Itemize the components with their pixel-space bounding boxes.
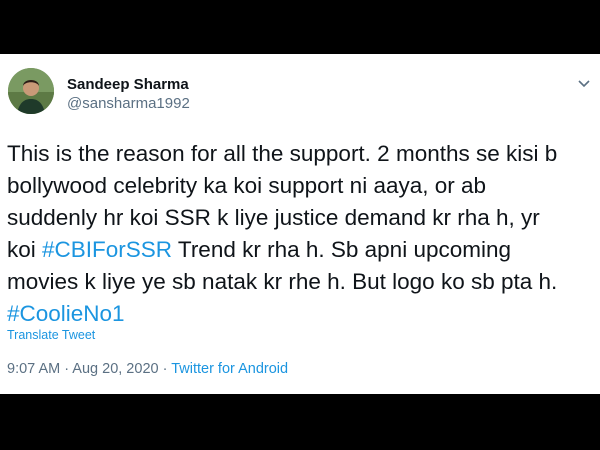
tweet-text-line: suddenly hr koi SSR k liye justice deman…	[7, 205, 540, 230]
hashtag-link[interactable]: #CBIForSSR	[42, 237, 172, 262]
translate-tweet-link[interactable]: Translate Tweet	[7, 328, 95, 342]
author-handle[interactable]: @sansharma1992	[67, 95, 190, 112]
tweet-time[interactable]: 9:07 AM	[7, 361, 60, 377]
tweet-meta: 9:07 AM · Aug 20, 2020 · Twitter for And…	[7, 361, 288, 377]
hashtag-link[interactable]: #CoolieNo1	[7, 298, 595, 330]
avatar-image	[8, 68, 54, 114]
tweet-text-line: This is the reason for all the support. …	[7, 141, 558, 166]
tweet-text-line: koi #CBIForSSR Trend kr rha h. Sb apni u…	[7, 234, 595, 266]
tweet-text-line: bollywood celebrity ka koi support ni aa…	[7, 173, 487, 198]
tweet-source-link[interactable]: Twitter for Android	[171, 361, 288, 377]
meta-separator: ·	[60, 361, 73, 377]
avatar[interactable]	[8, 68, 54, 114]
meta-separator: ·	[158, 361, 172, 377]
author-name[interactable]: Sandeep Sharma	[67, 76, 189, 93]
tweet-card: Sandeep Sharma @sansharma1992 This is th…	[0, 54, 600, 394]
tweet-text: This is the reason for all the support. …	[7, 138, 595, 330]
tweet-text-fragment: Trend kr rha h. Sb apni upcoming	[172, 237, 512, 262]
tweet-text-line: movies k liye ye sb natak kr rhe h. But …	[7, 269, 558, 294]
chevron-down-icon[interactable]	[576, 78, 592, 90]
tweet-text-fragment: koi	[7, 237, 43, 262]
tweet-date[interactable]: Aug 20, 2020	[72, 361, 158, 377]
